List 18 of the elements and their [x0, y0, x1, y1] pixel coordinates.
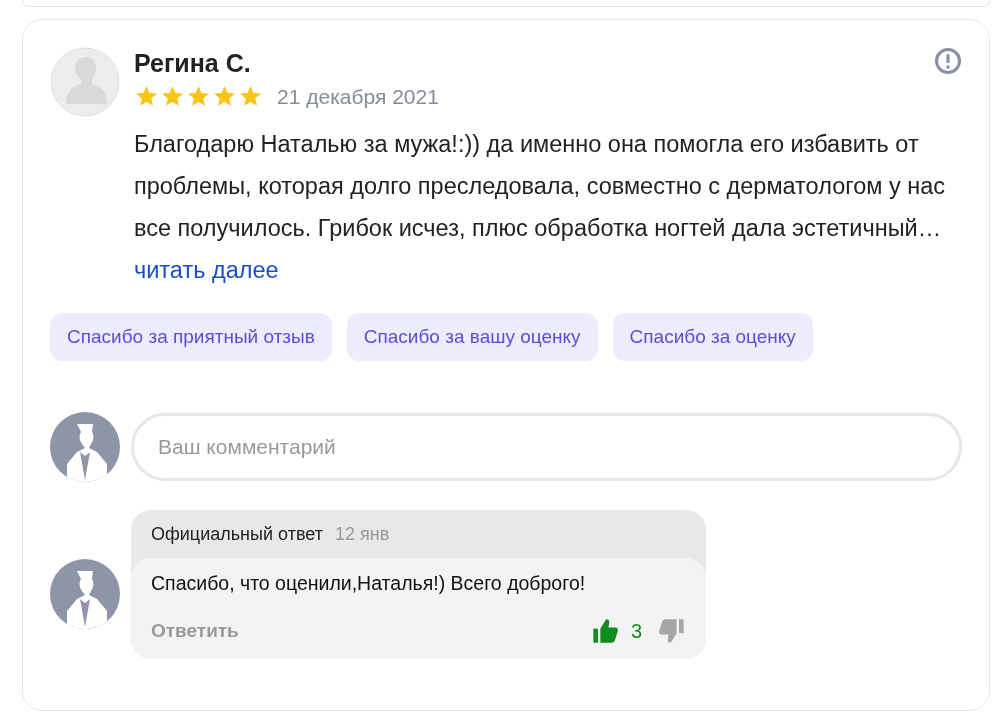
- likes-count: 3: [630, 619, 642, 643]
- comment-input[interactable]: Ваш комментарий: [131, 413, 962, 481]
- avatar-silhouette-icon: [50, 412, 120, 482]
- thumbs-up-icon[interactable]: [590, 617, 619, 645]
- author-name: Регина С.: [134, 49, 252, 78]
- reply-text: Спасибо, что оценили,Наталья!) Всего доброго!: [151, 572, 587, 595]
- official-reply-label: Официальный ответ: [151, 523, 323, 545]
- thumbs-down-icon[interactable]: [658, 617, 686, 645]
- review-date: 21 декабря 2021: [277, 84, 439, 109]
- read-more-link[interactable]: читать далее: [134, 257, 279, 283]
- report-icon[interactable]: [934, 47, 962, 75]
- quick-reply-button[interactable]: Спасибо за приятный отзыв: [50, 313, 332, 361]
- avatar-silhouette-icon: [50, 559, 120, 629]
- review-text: Благодарю Наталью за мужа!:)) да именно она помогла его избавить от проблемы, которая долго преследовала, совместно с дерматологом у нас все получилось. Грибок исчез, плюс обработка ногтей дала эстетичный… читать далее: [134, 130, 947, 285]
- quick-reply-button[interactable]: Спасибо за вашу оценку: [346, 313, 598, 361]
- quick-reply-button[interactable]: Спасибо за оценку: [612, 313, 813, 361]
- avatar-silhouette-icon: [50, 47, 120, 117]
- reply-date: 12 янв: [334, 523, 390, 545]
